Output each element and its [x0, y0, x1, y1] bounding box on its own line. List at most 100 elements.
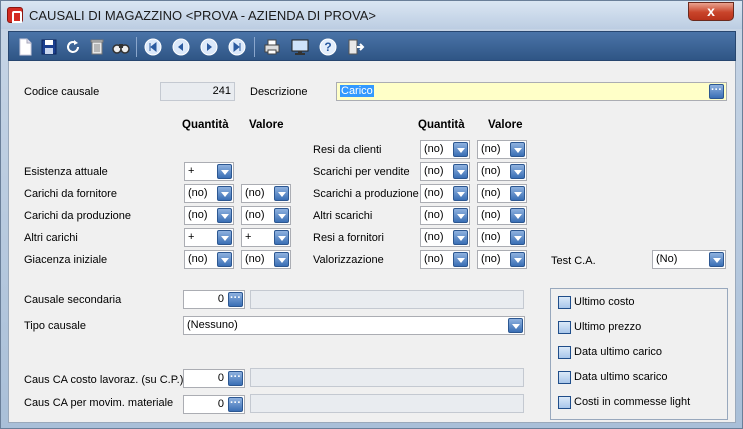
- checkbox-box[interactable]: [558, 296, 571, 309]
- chevron-down-icon[interactable]: [510, 142, 525, 157]
- browse-button[interactable]: [228, 397, 243, 412]
- chevron-down-icon[interactable]: [709, 252, 724, 267]
- checkbox-box[interactable]: [558, 371, 571, 384]
- checkbox-label: Data ultimo carico: [574, 346, 663, 358]
- resi-fornitori-valore-select[interactable]: (no): [477, 228, 527, 247]
- field-value: 0: [217, 293, 224, 305]
- descrizione-browse-button[interactable]: [709, 84, 724, 99]
- print-icon[interactable]: [262, 37, 282, 57]
- scarichi-vendite-quantita-select[interactable]: (no): [420, 162, 470, 181]
- descrizione-label: Descrizione: [250, 86, 308, 98]
- chevron-down-icon[interactable]: [508, 318, 523, 333]
- chevron-down-icon[interactable]: [217, 230, 232, 245]
- chevron-down-icon[interactable]: [510, 230, 525, 245]
- toolbar: ?: [8, 31, 736, 61]
- scarichi-vendite-valore-select[interactable]: (no): [477, 162, 527, 181]
- close-button[interactable]: x: [688, 2, 734, 21]
- chevron-down-icon[interactable]: [217, 252, 232, 267]
- last-icon[interactable]: [227, 37, 247, 57]
- chevron-down-icon[interactable]: [510, 164, 525, 179]
- altri-carichi-valore-select[interactable]: +: [241, 228, 291, 247]
- giacenza-iniziale-quantita-select[interactable]: (no): [184, 250, 234, 269]
- new-icon[interactable]: [15, 37, 35, 57]
- select-value: (no): [188, 253, 208, 265]
- chevron-down-icon[interactable]: [274, 186, 289, 201]
- caus-ca-movim-label: Caus CA per movim. materiale: [24, 397, 174, 409]
- chevron-down-icon[interactable]: [274, 208, 289, 223]
- test-ca-select[interactable]: (No): [652, 250, 726, 269]
- app-icon: [7, 7, 23, 23]
- chevron-down-icon[interactable]: [453, 208, 468, 223]
- save-icon[interactable]: [39, 37, 59, 57]
- browse-button[interactable]: [228, 292, 243, 307]
- scarichi-produzione-valore-select[interactable]: (no): [477, 184, 527, 203]
- chevron-down-icon[interactable]: [217, 164, 232, 179]
- refresh-icon[interactable]: [63, 37, 83, 57]
- left-row-label: Giacenza iniziale: [24, 254, 108, 266]
- resi-clienti-valore-select[interactable]: (no): [477, 140, 527, 159]
- chevron-down-icon[interactable]: [510, 208, 525, 223]
- help-icon[interactable]: ?: [318, 37, 338, 57]
- caus-ca-movim-field[interactable]: 0: [183, 395, 245, 414]
- scarichi-produzione-quantita-select[interactable]: (no): [420, 184, 470, 203]
- find-icon[interactable]: [111, 37, 131, 57]
- delete-icon[interactable]: [87, 37, 107, 57]
- checkbox-box[interactable]: [558, 396, 571, 409]
- chevron-down-icon[interactable]: [217, 186, 232, 201]
- select-value: +: [188, 165, 195, 177]
- altri-scarichi-valore-select[interactable]: (no): [477, 206, 527, 225]
- causale-secondaria-description: [250, 290, 524, 309]
- first-icon[interactable]: [143, 37, 163, 57]
- esistenza-quantita-select[interactable]: +: [184, 162, 234, 181]
- carichi-fornitore-valore-select[interactable]: (no): [241, 184, 291, 203]
- checkbox-box[interactable]: [558, 346, 571, 359]
- chevron-down-icon[interactable]: [510, 186, 525, 201]
- prev-icon[interactable]: [171, 37, 191, 57]
- left-row-label: Carichi da produzione: [24, 210, 132, 222]
- chevron-down-icon[interactable]: [453, 230, 468, 245]
- descrizione-field[interactable]: Carico: [336, 82, 727, 101]
- browse-button[interactable]: [228, 371, 243, 386]
- resi-fornitori-quantita-select[interactable]: (no): [420, 228, 470, 247]
- select-value: (no): [424, 209, 444, 221]
- valorizzazione-valore-select[interactable]: (no): [477, 250, 527, 269]
- window: CAUSALI DI MAGAZZINO <PROVA - AZIENDA DI…: [0, 0, 743, 429]
- select-value: (no): [481, 209, 501, 221]
- tipo-causale-select[interactable]: (Nessuno): [183, 316, 525, 335]
- chevron-down-icon[interactable]: [453, 252, 468, 267]
- exit-icon[interactable]: [346, 37, 366, 57]
- altri-carichi-quantita-select[interactable]: +: [184, 228, 234, 247]
- select-value: (no): [481, 231, 501, 243]
- chevron-down-icon[interactable]: [274, 230, 289, 245]
- select-value: (no): [424, 253, 444, 265]
- causale-secondaria-field[interactable]: 0: [183, 290, 245, 309]
- chevron-down-icon[interactable]: [510, 252, 525, 267]
- giacenza-iniziale-valore-select[interactable]: (no): [241, 250, 291, 269]
- select-value: (no): [245, 253, 265, 265]
- right-row-label: Scarichi per vendite: [313, 166, 410, 178]
- codice-causale-field[interactable]: 241: [160, 82, 235, 101]
- select-value: (no): [188, 187, 208, 199]
- valorizzazione-quantita-select[interactable]: (no): [420, 250, 470, 269]
- chevron-down-icon[interactable]: [453, 186, 468, 201]
- select-value: +: [188, 231, 195, 243]
- preview-icon[interactable]: [290, 37, 310, 57]
- chevron-down-icon[interactable]: [453, 164, 468, 179]
- descrizione-value: Carico: [340, 85, 374, 97]
- chevron-down-icon[interactable]: [274, 252, 289, 267]
- checkbox-box[interactable]: [558, 321, 571, 334]
- carichi-produzione-valore-select[interactable]: (no): [241, 206, 291, 225]
- checkbox-label: Data ultimo scarico: [574, 371, 668, 383]
- altri-scarichi-quantita-select[interactable]: (no): [420, 206, 470, 225]
- carichi-produzione-quantita-select[interactable]: (no): [184, 206, 234, 225]
- chevron-down-icon[interactable]: [217, 208, 232, 223]
- checkbox-label: Ultimo prezzo: [574, 321, 642, 333]
- next-icon[interactable]: [199, 37, 219, 57]
- chevron-down-icon[interactable]: [453, 142, 468, 157]
- right-quantita-header: Quantità: [418, 119, 465, 131]
- resi-clienti-quantita-select[interactable]: (no): [420, 140, 470, 159]
- select-value: (no): [424, 165, 444, 177]
- caus-ca-costo-field[interactable]: 0: [183, 369, 245, 388]
- select-value: (no): [424, 143, 444, 155]
- carichi-fornitore-quantita-select[interactable]: (no): [184, 184, 234, 203]
